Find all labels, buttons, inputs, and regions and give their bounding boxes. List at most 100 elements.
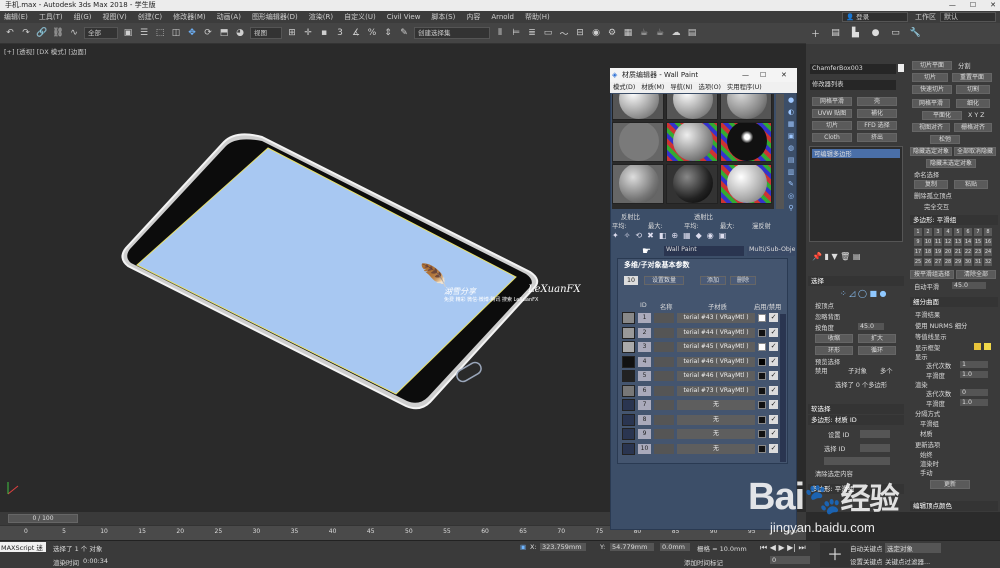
current-frame-field[interactable]: 0 xyxy=(770,556,810,564)
selection-rollout[interactable]: 选择 xyxy=(808,276,904,286)
smoothing-group-button[interactable]: 3 xyxy=(934,228,942,236)
mat-minimize-button[interactable]: — xyxy=(742,68,749,82)
preview-subobject-radio[interactable]: 子对象 xyxy=(848,366,867,375)
slice-right-button[interactable]: 切片 xyxy=(912,73,948,82)
sep-smoothgroups-check[interactable]: 平滑组 xyxy=(920,419,939,428)
submaterial-row[interactable]: 3 terial #45 ( VRayMtl ) ✓ xyxy=(622,341,784,353)
submaterial-id[interactable]: 6 xyxy=(638,385,651,396)
submaterial-button[interactable]: 无 xyxy=(677,414,755,425)
cage-color-swatch-2[interactable] xyxy=(984,343,991,350)
mat-menu-utilities[interactable]: 实用程序(U) xyxy=(727,82,762,93)
sample-slot-7[interactable] xyxy=(612,164,664,204)
update-render-radio[interactable]: 渲染时 xyxy=(920,459,939,468)
mat-menu-modes[interactable]: 模式(D) xyxy=(613,82,635,93)
submaterial-button[interactable]: terial #73 ( VRayMtl ) xyxy=(677,385,755,396)
ribbon-icon[interactable]: ▭ xyxy=(542,27,554,39)
ring-button[interactable]: 环形 xyxy=(815,346,853,355)
set-id-field[interactable] xyxy=(860,430,890,438)
shrink-button[interactable]: 收缩 xyxy=(815,334,853,343)
submaterial-row[interactable]: 7 无 ✓ xyxy=(622,399,784,411)
multisub-rollout-title[interactable]: 多维/子对象基本参数 xyxy=(624,260,690,270)
named-selection-dropdown[interactable]: 创建选择集 xyxy=(414,27,490,39)
menu-tools[interactable]: 工具(T) xyxy=(39,12,63,22)
submaterial-name-field[interactable] xyxy=(654,414,674,425)
select-id-field[interactable] xyxy=(860,444,890,452)
loop-button[interactable]: 循环 xyxy=(858,346,896,355)
copy-button[interactable]: 复制 xyxy=(914,180,948,189)
extrude-button[interactable]: 挤出 xyxy=(857,133,897,142)
slice-button[interactable]: 切片 xyxy=(812,121,852,130)
show-cage-check[interactable]: 显示框架 xyxy=(915,343,940,352)
submaterial-id[interactable]: 5 xyxy=(638,371,651,381)
uvw-map-button[interactable]: UVW 贴图 xyxy=(812,109,852,118)
menu-animation[interactable]: 动画(A) xyxy=(217,12,241,22)
meshsmooth-right-button[interactable]: 网格平滑 xyxy=(912,99,950,108)
menu-scripting[interactable]: 脚本(S) xyxy=(431,12,455,22)
spinner-snap-icon[interactable]: ⇕ xyxy=(382,27,394,39)
ffd-select-button[interactable]: FFD 选择 xyxy=(857,121,897,130)
submaterial-enable-check[interactable]: ✓ xyxy=(769,400,778,409)
submaterial-enable-check[interactable]: ✓ xyxy=(769,385,778,395)
smoothing-group-button[interactable]: 30 xyxy=(964,258,972,266)
meshsmooth-button[interactable]: 网格平滑 xyxy=(812,97,852,106)
selected-dropdown[interactable]: 选定对象 xyxy=(885,543,941,553)
col-on-off[interactable]: 启用/禁用 xyxy=(754,302,781,311)
multisub-scrollbar[interactable] xyxy=(780,314,786,462)
menu-rendering[interactable]: 渲染(R) xyxy=(309,12,333,22)
submaterial-id[interactable]: 2 xyxy=(638,327,651,338)
schematic-icon[interactable]: ⊟ xyxy=(574,27,586,39)
mat-menu-navigation[interactable]: 导航(N) xyxy=(670,82,692,93)
material-name-field[interactable]: Wall Paint xyxy=(664,246,744,256)
sample-slot-1[interactable] xyxy=(612,94,664,120)
a360-icon[interactable]: ▤ xyxy=(686,27,698,39)
submaterial-id[interactable]: 7 xyxy=(638,400,651,410)
auto-smooth-label[interactable]: 自动平滑 xyxy=(914,282,939,291)
layer-icon[interactable]: ≣ xyxy=(526,27,538,39)
move-icon[interactable]: ✥ xyxy=(186,27,198,39)
maximize-button[interactable]: ☐ xyxy=(970,0,976,11)
vertex-color-rollout[interactable]: 编辑顶点颜色 xyxy=(910,501,998,511)
redo-icon[interactable]: ↷ xyxy=(20,27,32,39)
mat-menu-material[interactable]: 材质(M) xyxy=(641,82,664,93)
set-key-icon[interactable]: ＋ xyxy=(820,543,850,567)
material-editor-icon[interactable]: ◉ xyxy=(590,27,602,39)
material-id-rollout[interactable]: 多边形: 材质 ID xyxy=(808,415,904,425)
submaterial-color[interactable] xyxy=(758,415,766,424)
utilities-tab-icon[interactable]: 🔧 xyxy=(909,26,922,40)
mat-menu-options[interactable]: 选项(O) xyxy=(699,82,721,93)
set-key-button[interactable]: 设置关键点 xyxy=(850,556,883,566)
undo-icon[interactable]: ↶ xyxy=(4,27,16,39)
material-type-button[interactable]: Multi/Sub-Object xyxy=(747,246,795,256)
col-name[interactable]: 名称 xyxy=(660,302,673,311)
smoothing-group-button[interactable]: 16 xyxy=(984,238,992,246)
pin-stack-icon[interactable]: 📌 ▮ ▼ 🗑 ▤ xyxy=(812,252,860,261)
reference-coord-dropdown[interactable]: 视图 xyxy=(250,27,282,39)
pivot-icon[interactable]: ⊞ xyxy=(286,27,298,39)
sample-slots[interactable] xyxy=(612,94,774,209)
smoothing-group-button[interactable]: 26 xyxy=(924,258,932,266)
submaterial-id[interactable]: 1 xyxy=(638,313,651,323)
delete-button[interactable]: 删除 xyxy=(730,276,756,285)
grow-button[interactable]: 扩大 xyxy=(858,334,896,343)
bind-spacewarp-icon[interactable]: ∿ xyxy=(68,27,80,39)
motion-tab-icon[interactable]: ● xyxy=(869,26,882,40)
submaterial-enable-check[interactable]: ✓ xyxy=(769,371,778,380)
keyboard-shortcut-icon[interactable]: ▪ xyxy=(318,27,330,39)
subdivision-surface-rollout[interactable]: 细分曲面 xyxy=(910,297,998,307)
submaterial-row[interactable]: 4 terial #46 ( VRayMtl ) ✓ xyxy=(622,355,784,368)
submaterial-color[interactable] xyxy=(758,328,766,337)
smoothing-group-button[interactable]: 7 xyxy=(974,228,982,236)
submaterial-color[interactable] xyxy=(758,343,766,351)
submaterial-name-field[interactable] xyxy=(654,327,674,338)
submaterial-button[interactable]: terial #46 ( VRayMtl ) xyxy=(677,356,755,367)
submaterial-swatch[interactable] xyxy=(622,384,635,397)
window-crossing-icon[interactable]: ◫ xyxy=(170,27,182,39)
menu-modifiers[interactable]: 修改器(M) xyxy=(173,12,206,22)
hide-selected-button[interactable]: 隐藏选定对象 xyxy=(910,147,952,156)
submaterial-row[interactable]: 8 无 ✓ xyxy=(622,413,784,426)
iterations-field[interactable]: 1 xyxy=(960,361,988,368)
link-icon[interactable]: 🔗 xyxy=(36,27,48,39)
smoothing-group-button[interactable]: 20 xyxy=(944,248,952,256)
smoothing-group-button[interactable]: 5 xyxy=(954,228,962,236)
use-nurms-check[interactable]: 使用 NURMS 细分 xyxy=(915,321,967,330)
